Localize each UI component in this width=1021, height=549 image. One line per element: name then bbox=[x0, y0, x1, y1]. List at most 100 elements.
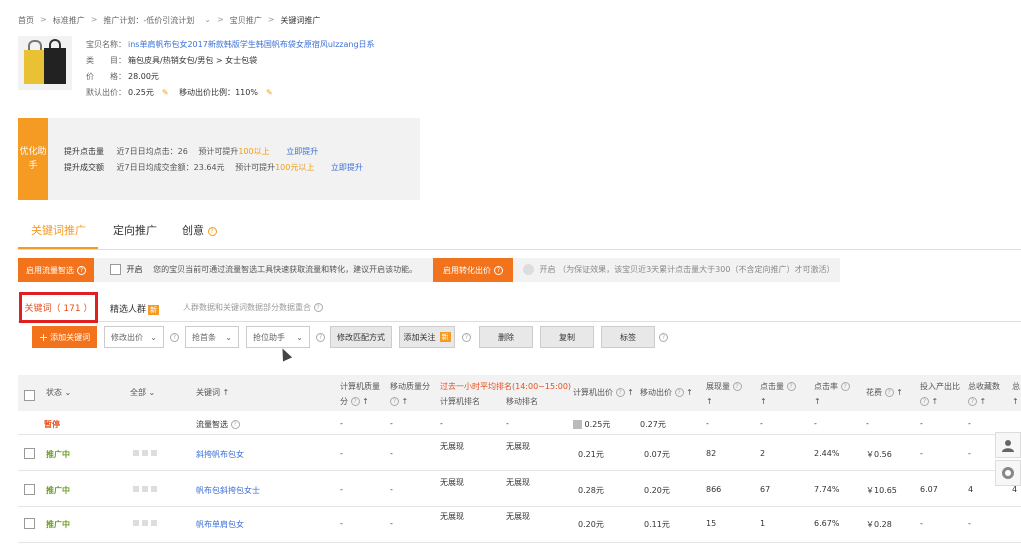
breadcrumb-standard[interactable]: 标准推广 bbox=[53, 15, 85, 26]
copy-button[interactable]: 复制 bbox=[540, 326, 594, 348]
edit-pencil-icon[interactable]: ✎ bbox=[266, 88, 273, 97]
row-pc-bid[interactable]: 0.28元 bbox=[578, 485, 604, 496]
help-icon[interactable]: ? bbox=[615, 388, 625, 397]
help-icon[interactable]: ? bbox=[786, 382, 796, 391]
row-status: 推广中 bbox=[46, 450, 70, 459]
delete-button[interactable]: 删除 bbox=[479, 326, 533, 348]
helper-expect: 预计可提升 bbox=[235, 163, 276, 172]
row-pc-bid[interactable]: 0.20元 bbox=[578, 519, 604, 530]
enable-smart-traffic-button[interactable]: 启用流量智选? bbox=[18, 258, 94, 282]
table-row[interactable]: 推广中 斜挎帆布包女 - - 无展现 无展现 0.21元 0.07元 82 2 … bbox=[18, 435, 1021, 471]
row-keyword[interactable]: 帆布单肩包女 bbox=[196, 519, 244, 530]
header-pc-bid[interactable]: 计算机出价 ? ↑ bbox=[573, 385, 634, 400]
row-mobile-bid[interactable]: 0.27元 bbox=[640, 419, 666, 430]
default-bid-label: 默认出价： bbox=[86, 88, 126, 97]
table-row[interactable]: 推广中 帆布包斜挎包女士 - - 无展现 无展现 0.28元 0.20元 866… bbox=[18, 471, 1021, 507]
tab-keywords[interactable]: 关键词（ 171 ） bbox=[19, 292, 98, 323]
header-mobile-bid[interactable]: 移动出价 ? ↑ bbox=[640, 385, 693, 400]
enable-conversion-bid-button[interactable]: 启用转化出价? bbox=[433, 258, 513, 282]
row-checkbox[interactable] bbox=[24, 484, 35, 495]
table-row[interactable]: 暂停 流量智选 ? - - - - 0.25元 0.27元 - - - - - … bbox=[18, 411, 1021, 435]
customer-service-icon[interactable] bbox=[995, 432, 1021, 458]
breadcrumb-plan[interactable]: 推广计划：-低价引流计划 bbox=[103, 15, 194, 26]
computer-icon bbox=[573, 420, 582, 429]
help-icon[interactable]: ? bbox=[230, 420, 240, 429]
row-pc-bid[interactable]: 0.21元 bbox=[578, 449, 604, 460]
row-mobile-bid[interactable]: 0.11元 bbox=[644, 519, 670, 530]
row-keyword[interactable]: 帆布包斜挎包女士 bbox=[196, 485, 260, 496]
mouse-cursor-icon bbox=[277, 346, 293, 362]
table-row[interactable]: 推广中 帆布单肩包女 - - 无展现 无展现 0.20元 0.11元 15 1 … bbox=[18, 507, 1021, 543]
row-impressions: 82 bbox=[706, 449, 717, 458]
header-impressions[interactable]: 展现量 ? ↑ bbox=[706, 379, 742, 409]
boost-clicks-link[interactable]: 立即提升 bbox=[286, 147, 318, 156]
tab-keyword-promotion[interactable]: 关键词推广 bbox=[31, 222, 86, 238]
product-thumbnail[interactable] bbox=[18, 36, 72, 90]
feedback-icon[interactable] bbox=[995, 460, 1021, 486]
edit-pencil-icon[interactable]: ✎ bbox=[162, 88, 169, 97]
breadcrumb-home[interactable]: 首页 bbox=[18, 15, 34, 26]
row-checkbox[interactable] bbox=[24, 448, 35, 459]
tab-targeting-promotion[interactable]: 定向推广 bbox=[113, 222, 157, 238]
help-icon[interactable]: ? bbox=[462, 333, 471, 342]
tab-creative[interactable]: 创意 ? bbox=[182, 222, 217, 238]
add-keyword-button[interactable]: + 添加关键词 bbox=[32, 326, 97, 348]
row-cost: ￥0.56 bbox=[866, 450, 892, 459]
help-icon[interactable]: ? bbox=[920, 397, 929, 406]
header-cost[interactable]: 花费 ? ↑ bbox=[866, 385, 903, 400]
header-roi[interactable]: 投入产出比? ↑ bbox=[920, 379, 960, 409]
product-name-link[interactable]: ins单肩帆布包女2017新款韩版学生韩国帆布袋女原宿风ulzzang日系 bbox=[128, 40, 375, 49]
row-clicks: - bbox=[760, 419, 763, 428]
help-icon[interactable]: ? bbox=[674, 388, 684, 397]
tag-button[interactable]: 标签 bbox=[601, 326, 655, 348]
row-pc-bid[interactable]: 0.25元 bbox=[573, 419, 610, 430]
row-keyword[interactable]: 斜挎帆布包女 bbox=[196, 449, 244, 460]
header-all-filter[interactable]: 全部 ⌄ bbox=[130, 385, 155, 400]
row-checkbox[interactable] bbox=[24, 518, 35, 529]
rank-helper-dropdown[interactable]: 抢位助手 ⌄ bbox=[246, 326, 310, 348]
header-ctr[interactable]: 点击率 ? ↑ bbox=[814, 379, 850, 409]
select-all-checkbox[interactable] bbox=[24, 390, 35, 401]
conversion-toggle[interactable] bbox=[523, 264, 534, 275]
help-icon[interactable]: ? bbox=[77, 265, 86, 275]
row-mobile-bid[interactable]: 0.07元 bbox=[644, 449, 670, 460]
help-icon[interactable]: ? bbox=[884, 388, 894, 397]
tab-selected-crowd[interactable]: 精选人群新 bbox=[110, 302, 160, 315]
row-ctr: 6.67% bbox=[814, 519, 840, 528]
header-mobile-quality[interactable]: 移动质量分? ↑ bbox=[390, 379, 430, 409]
help-icon[interactable]: ? bbox=[350, 397, 360, 406]
row-keyword: 流量智选 ? bbox=[196, 419, 240, 430]
help-icon[interactable]: ? bbox=[170, 333, 179, 342]
header-clicks[interactable]: 点击量 ? ↑ bbox=[760, 379, 796, 409]
header-favs-label: 总收藏数 bbox=[968, 382, 1000, 391]
smart-traffic-checkbox[interactable] bbox=[110, 264, 121, 275]
help-icon[interactable]: ? bbox=[659, 333, 668, 342]
rank-first-dropdown[interactable]: 抢首条 ⌄ bbox=[185, 326, 239, 348]
header-keyword[interactable]: 关键词 ↑ bbox=[196, 385, 229, 400]
header-status[interactable]: 状态 ⌄ bbox=[46, 385, 71, 400]
default-bid-value: 0.25元 bbox=[128, 88, 154, 97]
row-mobile-bid[interactable]: 0.20元 bbox=[644, 485, 670, 496]
help-icon[interactable]: ? bbox=[840, 382, 850, 391]
help-icon[interactable]: ? bbox=[316, 333, 325, 342]
modify-match-button[interactable]: 修改匹配方式 bbox=[330, 326, 392, 348]
help-icon[interactable]: ? bbox=[494, 265, 503, 275]
help-icon[interactable]: ? bbox=[968, 397, 977, 406]
row-pc-quality: - bbox=[340, 449, 343, 458]
row-mobile-quality: - bbox=[390, 519, 393, 528]
help-icon[interactable]: ? bbox=[207, 226, 217, 236]
help-icon[interactable]: ? bbox=[390, 397, 399, 406]
row-pc-quality: - bbox=[340, 519, 343, 528]
breadcrumb-item[interactable]: 宝贝推广 bbox=[230, 15, 262, 26]
header-favs[interactable]: 总收藏数? ↑ bbox=[968, 379, 1000, 409]
help-icon[interactable]: ? bbox=[313, 303, 323, 312]
help-icon[interactable]: ? bbox=[732, 382, 742, 391]
chevron-down-icon: ⌄ bbox=[225, 332, 232, 342]
chevron-down-icon[interactable]: ⌄ bbox=[204, 15, 211, 26]
modify-bid-dropdown[interactable]: 修改出价 ⌄ bbox=[104, 326, 164, 348]
chevron-down-icon: ⌄ bbox=[296, 332, 303, 342]
header-pc-quality[interactable]: 计算机质量分 ? ↑ bbox=[340, 379, 380, 409]
add-follow-button[interactable]: 添加关注新 bbox=[399, 326, 455, 348]
header-more[interactable]: 总 ↑ bbox=[1012, 379, 1020, 409]
boost-sales-link[interactable]: 立即提升 bbox=[331, 163, 363, 172]
